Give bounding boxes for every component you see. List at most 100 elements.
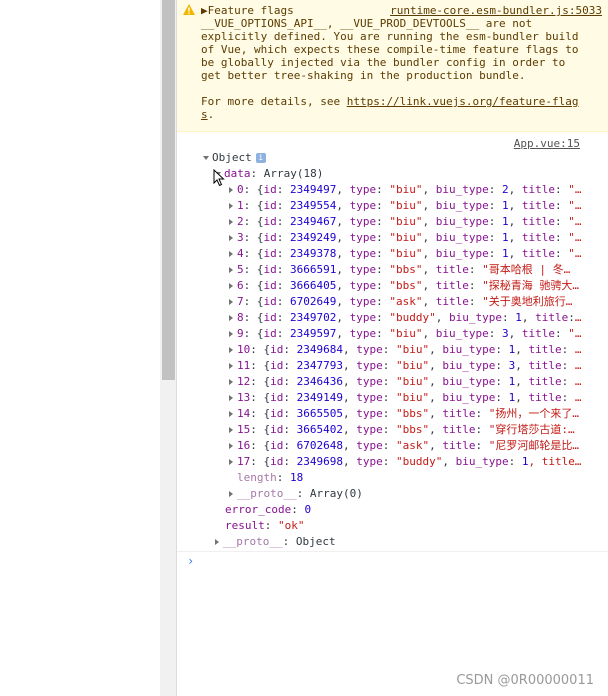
item-extra-key: , title: [429,407,489,420]
collapsed-triangle-icon[interactable] [229,299,233,305]
collapsed-triangle-icon[interactable] [229,427,233,433]
object-proto-value: Object [295,535,336,548]
item-type: "biu" [389,231,423,244]
array-item-row[interactable]: 15: {id: 3665402, type: "bbs", title: "穿… [229,422,608,438]
expand-triangle-icon[interactable] [203,156,209,160]
item-id: 2349698 [296,455,343,468]
array-item-row[interactable]: 7: {id: 6702649, type: "ask", title: "关于… [229,294,608,310]
item-type: "biu" [395,391,430,404]
array-item-row[interactable]: 5: {id: 3666591, type: "bbs", title: "哥本… [229,262,608,278]
item-tail: "穿行塔莎古道:… [488,423,575,436]
collapsed-triangle-icon[interactable] [229,331,233,337]
item-type: "biu" [389,247,423,260]
console-panel: ▶Feature flags __VUE_OPTIONS_API__, __VU… [177,0,608,696]
array-item-row[interactable]: 17: {id: 2349698, type: "buddy", biu_typ… [229,454,608,470]
collapsed-triangle-icon[interactable] [229,363,233,369]
object-root-row[interactable]: Object i [203,150,608,166]
warning-message: ▶Feature flags __VUE_OPTIONS_API__, __VU… [177,0,608,132]
item-tail: "探秘青海 驰骋大… [482,279,579,292]
array-item-row[interactable]: 2: {id: 2349467, type: "biu", biu_type: … [229,214,608,230]
item-index: 11 [237,359,251,372]
item-tail: "尼罗河邮轮是比… [488,439,579,452]
array-item-row[interactable]: 11: {id: 2347793, type: "biu", biu_type:… [229,358,608,374]
array-item-row[interactable]: 6: {id: 3666405, type: "bbs", title: "探秘… [229,278,608,294]
collapsed-triangle-icon[interactable] [229,283,233,289]
array-item-row[interactable]: 3: {id: 2349249, type: "biu", biu_type: … [229,230,608,246]
feature-flags-link[interactable]: https://link.vuejs.org/feature-flag [347,95,579,108]
collapsed-triangle-icon[interactable] [229,411,233,417]
collapsed-triangle-icon[interactable] [229,443,233,449]
collapsed-triangle-icon[interactable] [229,459,233,465]
array-item-row[interactable]: 0: {id: 2349497, type: "biu", biu_type: … [229,182,608,198]
array-item-row[interactable]: 16: {id: 6702648, type: "ask", title: "尼… [229,438,608,454]
array-item-row[interactable]: 4: {id: 2349378, type: "biu", biu_type: … [229,246,608,262]
item-type: "ask" [389,295,423,308]
array-item-row[interactable]: 13: {id: 2349149, type: "biu", biu_type:… [229,390,608,406]
scrollbar-thumb[interactable] [162,0,175,380]
info-icon[interactable]: i [255,153,266,163]
warning-body: ▶Feature flags __VUE_OPTIONS_API__, __VU… [201,4,579,108]
item-extra-key: , biu_type: [422,183,502,196]
array-item-row[interactable]: 12: {id: 2346436, type: "biu", biu_type:… [229,374,608,390]
feature-flags-link-tail[interactable]: s [201,108,208,121]
length-key: length [237,471,277,484]
collapsed-triangle-icon[interactable] [229,267,233,273]
array-proto-row[interactable]: __proto__: Array(0) [229,486,608,502]
object-proto-row[interactable]: __proto__: Object [215,534,608,550]
item-id: 2347793 [296,359,343,372]
item-index: 5 [237,263,244,276]
object-proto-key: __proto__ [223,535,283,548]
item-tail: "哥本哈根 | 冬… [482,263,571,276]
array-item-row[interactable]: 10: {id: 2349684, type: "biu", biu_type:… [229,342,608,358]
item-index: 7 [237,295,244,308]
collapsed-triangle-icon[interactable] [229,203,233,209]
object-label: Object [212,151,252,164]
item-id: 3665505 [296,407,343,420]
collapsed-triangle-icon[interactable] [229,315,233,321]
item-extra-key: , title: [429,423,489,436]
item-index: 8 [237,311,244,324]
item-extra-key: , title: [429,439,489,452]
item-extra-num: 3 [501,327,509,340]
result-value: "ok" [278,519,305,532]
item-extra-key: , biu_type: [429,375,509,388]
item-tail: , title: … [515,343,582,356]
item-index: 4 [237,247,244,260]
log-source-link[interactable]: App.vue:15 [514,137,580,150]
collapsed-triangle-icon[interactable] [229,187,233,193]
warning-source-link[interactable]: runtime-core.esm-bundler.js:5033 [390,4,602,17]
item-id: 2349684 [296,343,343,356]
array-item-row[interactable]: 14: {id: 3665505, type: "bbs", title: "扬… [229,406,608,422]
item-tail: , title: "… [508,231,582,244]
array-item-row[interactable]: 1: {id: 2349554, type: "biu", biu_type: … [229,198,608,214]
item-tail: , title: … [515,391,582,404]
array-item-row[interactable]: 8: {id: 2349702, type: "buddy", biu_type… [229,310,608,326]
collapsed-triangle-icon[interactable] [229,347,233,353]
console-divider [177,551,608,552]
item-index: 9 [237,327,244,340]
item-id: 6702649 [290,295,337,308]
collapsed-triangle-icon[interactable] [215,539,219,545]
item-type: "biu" [389,199,423,212]
error-code-key: error_code [225,503,292,516]
data-array-row[interactable]: data: Array(18) [215,166,608,182]
collapsed-triangle-icon[interactable] [229,395,233,401]
item-id: 2349497 [290,183,337,196]
item-extra-key: , biu_type: [422,327,502,340]
collapsed-triangle-icon[interactable] [229,219,233,225]
collapsed-triangle-icon[interactable] [229,251,233,257]
item-tail: , title: "… [508,247,582,260]
item-id: 2346436 [296,375,343,388]
array-item-row[interactable]: 9: {id: 2349597, type: "biu", biu_type: … [229,326,608,342]
collapsed-triangle-icon[interactable] [229,379,233,385]
item-id: 3666591 [290,263,337,276]
collapsed-triangle-icon[interactable] [229,235,233,241]
item-index: 16 [237,439,251,452]
console-prompt[interactable]: › [187,554,194,568]
data-preview: Array(18) [263,167,324,180]
item-type: "biu" [389,327,423,340]
item-type: "bbs" [389,279,423,292]
collapsed-triangle-icon[interactable] [229,491,233,497]
data-key: data [224,167,251,180]
length-row: length: 18 [237,471,304,484]
